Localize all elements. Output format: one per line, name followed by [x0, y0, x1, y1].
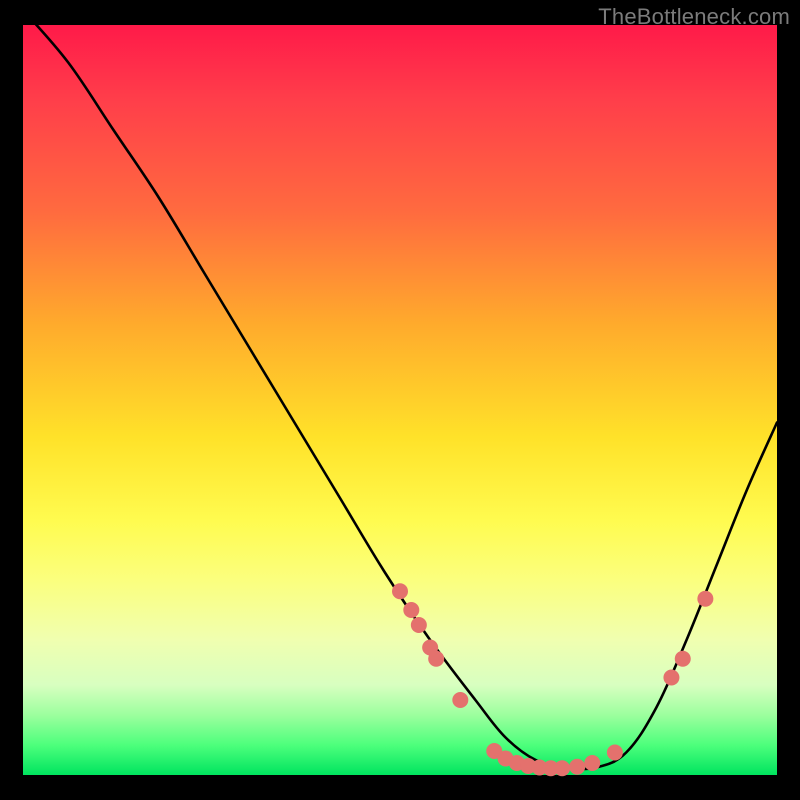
data-marker	[392, 583, 408, 599]
data-marker	[697, 591, 713, 607]
curve-overlay	[23, 25, 777, 775]
data-marker	[584, 755, 600, 771]
data-markers	[392, 583, 713, 776]
watermark-text: TheBottleneck.com	[598, 4, 790, 30]
chart-frame: TheBottleneck.com	[0, 0, 800, 800]
data-marker	[428, 651, 444, 667]
data-marker	[675, 651, 691, 667]
data-marker	[607, 745, 623, 761]
plot-area	[23, 25, 777, 775]
data-marker	[663, 670, 679, 686]
data-marker	[403, 602, 419, 618]
bottleneck-curve	[23, 10, 777, 769]
data-marker	[554, 760, 570, 776]
data-marker	[411, 617, 427, 633]
data-marker	[569, 759, 585, 775]
data-marker	[452, 692, 468, 708]
